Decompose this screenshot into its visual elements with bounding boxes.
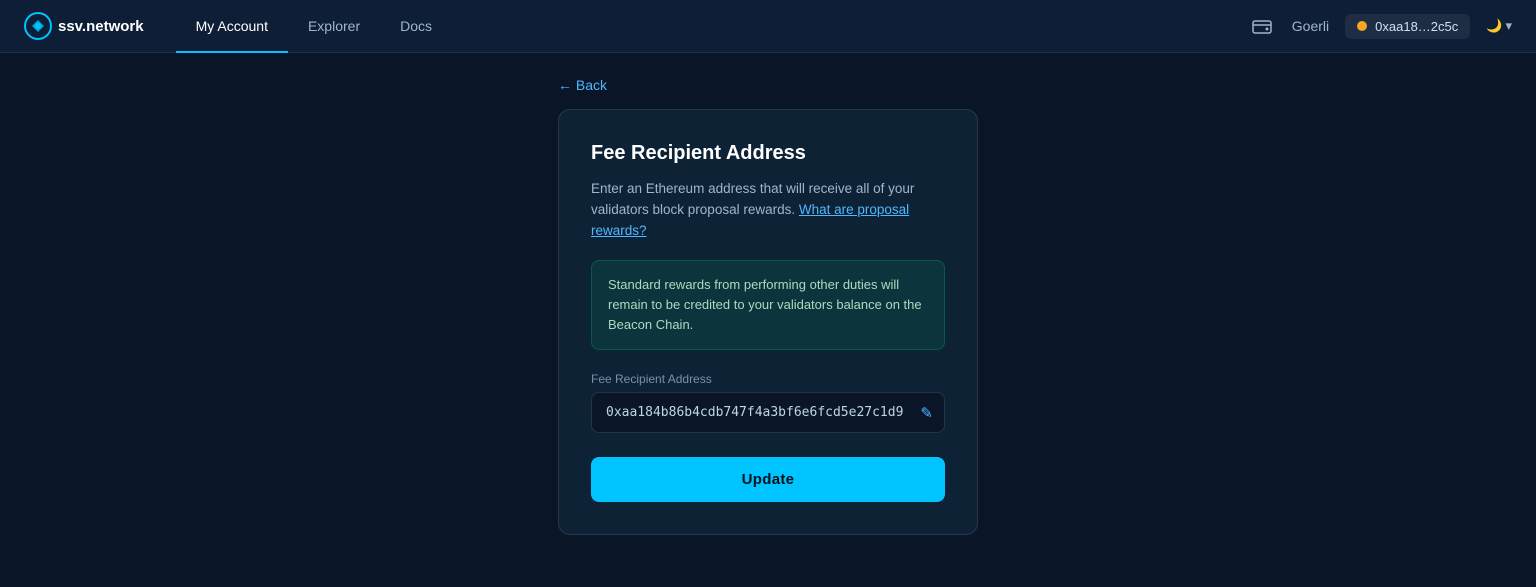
nav-link-explorer[interactable]: Explorer bbox=[288, 0, 380, 53]
update-button[interactable]: Update bbox=[591, 457, 945, 502]
nav-link-docs[interactable]: Docs bbox=[380, 0, 452, 53]
field-wrapper: ✎ bbox=[591, 392, 945, 433]
logo-text: ssv.network bbox=[58, 18, 144, 35]
theme-toggle[interactable]: 🌙 ▾ bbox=[1486, 18, 1512, 34]
edit-icon[interactable]: ✎ bbox=[920, 404, 933, 422]
navbar: ssv.network My Account Explorer Docs Goe… bbox=[0, 0, 1536, 53]
main-content: ← Back Fee Recipient Address Enter an Et… bbox=[0, 53, 1536, 535]
card-title: Fee Recipient Address bbox=[591, 142, 945, 165]
moon-icon: 🌙 bbox=[1486, 18, 1502, 34]
address-text: 0xaa18…2c5c bbox=[1375, 19, 1458, 34]
field-label: Fee Recipient Address bbox=[591, 372, 945, 386]
wallet-icon[interactable] bbox=[1248, 12, 1276, 40]
address-badge[interactable]: 0xaa18…2c5c bbox=[1345, 14, 1470, 39]
nav-link-my-account[interactable]: My Account bbox=[176, 0, 288, 53]
info-box-text: Standard rewards from performing other d… bbox=[608, 275, 928, 335]
back-link[interactable]: ← Back bbox=[558, 77, 978, 93]
fee-recipient-input[interactable] bbox=[591, 392, 945, 433]
nav-links: My Account Explorer Docs bbox=[176, 0, 1248, 53]
info-box: Standard rewards from performing other d… bbox=[591, 260, 945, 350]
logo[interactable]: ssv.network bbox=[24, 12, 144, 40]
nav-right: Goerli 0xaa18…2c5c 🌙 ▾ bbox=[1248, 12, 1512, 40]
card-description: Enter an Ethereum address that will rece… bbox=[591, 179, 945, 242]
fee-recipient-card: Fee Recipient Address Enter an Ethereum … bbox=[558, 109, 978, 535]
address-dot bbox=[1357, 21, 1367, 31]
network-label[interactable]: Goerli bbox=[1292, 18, 1329, 34]
chevron-down-icon: ▾ bbox=[1505, 18, 1512, 34]
